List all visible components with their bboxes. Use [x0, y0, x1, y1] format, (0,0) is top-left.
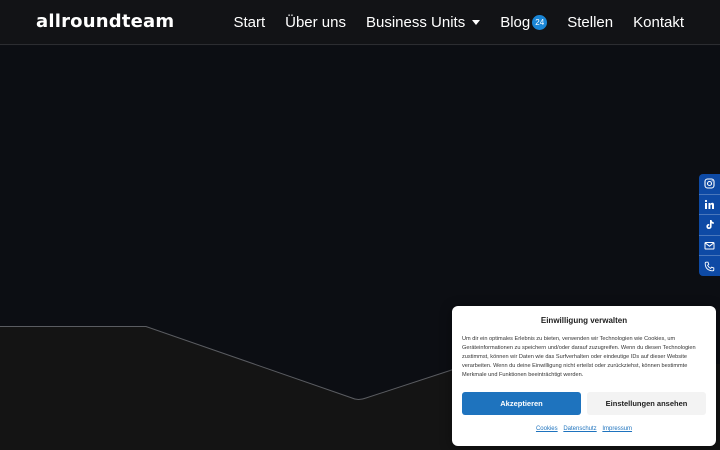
nav-item-label: Stellen [567, 14, 614, 31]
nav-item-start[interactable]: Start [233, 14, 265, 31]
nav-item-blog[interactable]: Blog 24 [500, 14, 548, 31]
accept-button[interactable]: Akzeptieren [462, 392, 581, 415]
chevron-down-icon [472, 20, 481, 25]
nav-item-label: Business Units [366, 14, 466, 31]
cookie-title: Einwilligung verwalten [540, 316, 628, 325]
cookie-consent-dialog: Einwilligung verwalten Um dir ein optima… [452, 306, 716, 446]
cookie-description: Um dir ein optimales Erlebnis zu bieten,… [462, 336, 696, 378]
nav-item-label: Blog [500, 14, 531, 31]
privacy-link[interactable]: Datenschutz [563, 426, 596, 432]
cookies-link[interactable]: Cookies [536, 426, 558, 432]
blog-count-badge: 24 [532, 15, 548, 30]
logo[interactable]: allroundteam [36, 11, 174, 32]
nav-item-label: Start [233, 14, 266, 31]
nav-item-ueber-uns[interactable]: Über uns [285, 14, 346, 31]
view-settings-button[interactable]: Einstellungen ansehen [587, 392, 706, 415]
nav-item-kontakt[interactable]: Kontakt [633, 14, 684, 31]
nav-item-stellen[interactable]: Stellen [567, 14, 613, 31]
phone-icon[interactable] [699, 256, 720, 276]
site-header: allroundteam Start Über uns Business Uni… [0, 0, 720, 45]
cookie-links: Cookies Datenschutz Impressum [452, 426, 716, 432]
linkedin-icon[interactable] [699, 195, 720, 216]
nav-item-business-units[interactable]: Business Units [366, 14, 481, 31]
instagram-icon[interactable] [699, 174, 720, 195]
main-nav: Start Über uns Business Units Blog 24 Ste… [233, 0, 684, 45]
tiktok-icon[interactable] [699, 215, 720, 236]
social-sidebar [699, 174, 720, 276]
imprint-link[interactable]: Impressum [602, 426, 632, 432]
nav-item-label: Kontakt [633, 14, 684, 31]
mail-icon[interactable] [699, 236, 720, 257]
nav-item-label: Über uns [285, 14, 346, 31]
